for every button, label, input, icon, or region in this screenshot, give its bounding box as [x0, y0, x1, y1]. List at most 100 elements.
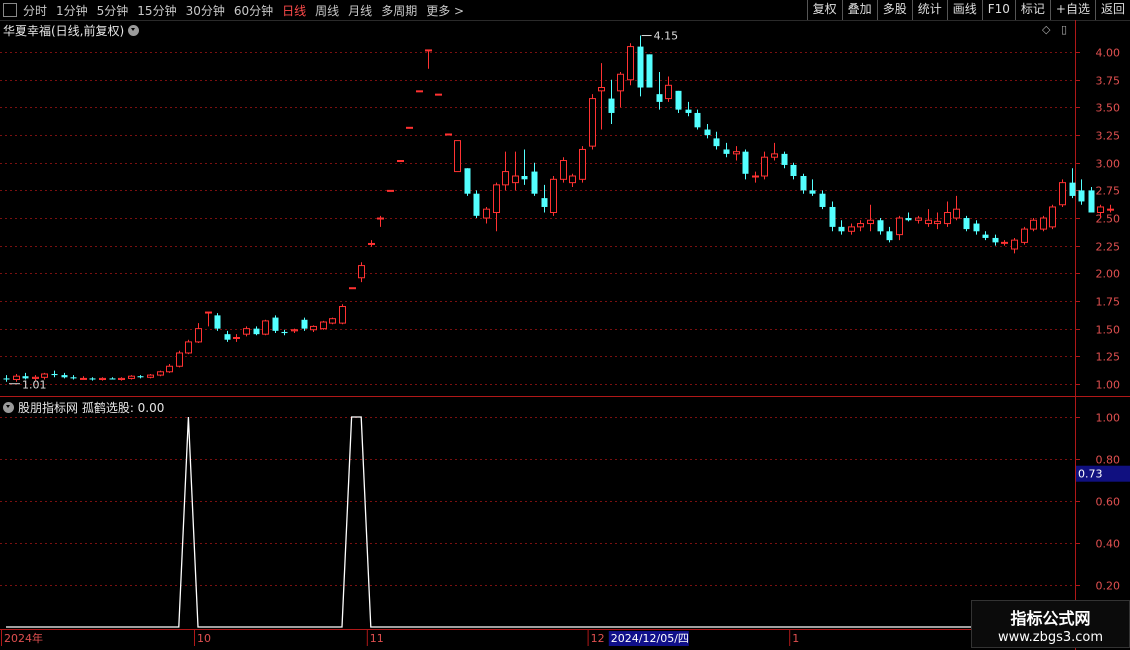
candle-body [253, 328, 260, 335]
candle-body [368, 242, 375, 245]
candle-body [483, 208, 490, 219]
candle-body [1021, 228, 1028, 243]
candle-body [915, 217, 922, 221]
date-label: 11 [370, 632, 384, 645]
candle-body [867, 219, 874, 225]
candle-body [310, 325, 317, 331]
candle-body [157, 371, 164, 376]
indicator-tick-label: 0.60 [1096, 496, 1121, 509]
candle-body [569, 175, 576, 184]
candle-body [723, 149, 730, 154]
candle-body [541, 198, 548, 207]
candle-body [1011, 239, 1018, 250]
candle-body [886, 231, 893, 241]
price-tick-label: 3.50 [1096, 102, 1121, 115]
candle-body [781, 153, 788, 165]
main-panel-title: 华夏幸福(日线,前复权) [3, 22, 140, 39]
candle-body [1069, 182, 1076, 196]
candle-body [185, 341, 192, 354]
candle-body [291, 329, 298, 332]
candle-body [713, 138, 720, 147]
candle-body [790, 164, 797, 176]
price-tick-label: 2.00 [1096, 268, 1121, 281]
candle-body [41, 373, 48, 378]
candle-body [454, 140, 461, 173]
candle-body [992, 237, 999, 243]
candle-body [627, 46, 634, 81]
price-tick-label: 1.25 [1096, 351, 1121, 364]
candle-body [934, 220, 941, 225]
candle-body [416, 90, 423, 93]
candle-body [819, 193, 826, 207]
candle-body [925, 219, 932, 225]
candle-body [406, 126, 413, 129]
indicator-tick-label: 0.20 [1096, 580, 1121, 593]
candle-body [656, 94, 663, 102]
candle-body [137, 376, 144, 378]
panel-toggle-icon[interactable]: ▯ [1061, 23, 1067, 36]
date-label: 10 [197, 632, 211, 645]
candle-body [397, 160, 404, 163]
chevron-down-icon[interactable] [128, 25, 140, 36]
candle-body [1107, 208, 1114, 211]
indicator-tick-label: 1.00 [1096, 412, 1121, 425]
value-marker-label: 0.73 [1078, 468, 1103, 481]
candle-body [339, 306, 346, 324]
price-tick-label: 2.50 [1096, 213, 1121, 226]
candle-body [829, 206, 836, 227]
candle-body [70, 377, 77, 379]
candle-body [205, 311, 212, 314]
candle-body [358, 265, 365, 279]
candle-body [3, 378, 10, 380]
indicator-title: 股朋指标网 孤鹤选股: 0.00 [18, 401, 165, 415]
candle-body [128, 375, 135, 379]
candle-body [195, 328, 202, 343]
price-tick-label: 2.75 [1096, 185, 1121, 198]
candle-body [838, 226, 845, 232]
candle-body [809, 190, 816, 194]
candle-body [848, 226, 855, 232]
candle-body [51, 373, 58, 376]
candle-body [944, 212, 951, 225]
candle-body [1049, 206, 1056, 228]
candle-body [224, 334, 231, 340]
candle-body [694, 112, 701, 128]
candle-body [464, 168, 471, 194]
candle-body [166, 365, 173, 373]
candle-body [982, 234, 989, 238]
candle-body [329, 318, 336, 324]
candle-body [589, 98, 596, 147]
candle-body [733, 151, 740, 155]
candle-body [473, 193, 480, 216]
watermark-url: www.zbgs3.com [997, 630, 1104, 645]
watermark: 指标公式网 www.zbgs3.com [971, 600, 1130, 648]
candle-body [377, 217, 384, 220]
diamond-icon[interactable]: ◇ [1042, 23, 1050, 36]
candle-body [272, 317, 279, 331]
candle-body [521, 176, 528, 180]
candle-body [896, 217, 903, 236]
candle-body [617, 73, 624, 92]
candle-body [752, 175, 759, 178]
candle-body [1030, 219, 1037, 230]
stock-title: 华夏幸福(日线,前复权) [3, 24, 125, 38]
candle-body [435, 93, 442, 96]
candle-body [665, 84, 672, 100]
chevron-down-icon[interactable] [3, 402, 14, 413]
candle-body [13, 375, 20, 381]
candle-body [550, 178, 557, 213]
candle-body [771, 153, 778, 158]
candle-body [387, 189, 394, 192]
chart-canvas[interactable]: 4.00 3.75 3.50 3.25 3.00 2.75 2.50 2.25 2.00 1.75… [0, 0, 1130, 650]
price-tick-label: 1.00 [1096, 379, 1121, 392]
watermark-title: 指标公式网 [1010, 609, 1091, 628]
candle-body [512, 175, 519, 184]
candle-body [1059, 182, 1066, 206]
candle-body [1088, 190, 1095, 213]
candle-body [349, 287, 356, 290]
candle-body [233, 336, 240, 339]
candle-body [320, 321, 327, 330]
candle-body [281, 331, 288, 334]
candle-body [646, 54, 653, 88]
indicator-tick-label: 0.40 [1096, 538, 1121, 551]
